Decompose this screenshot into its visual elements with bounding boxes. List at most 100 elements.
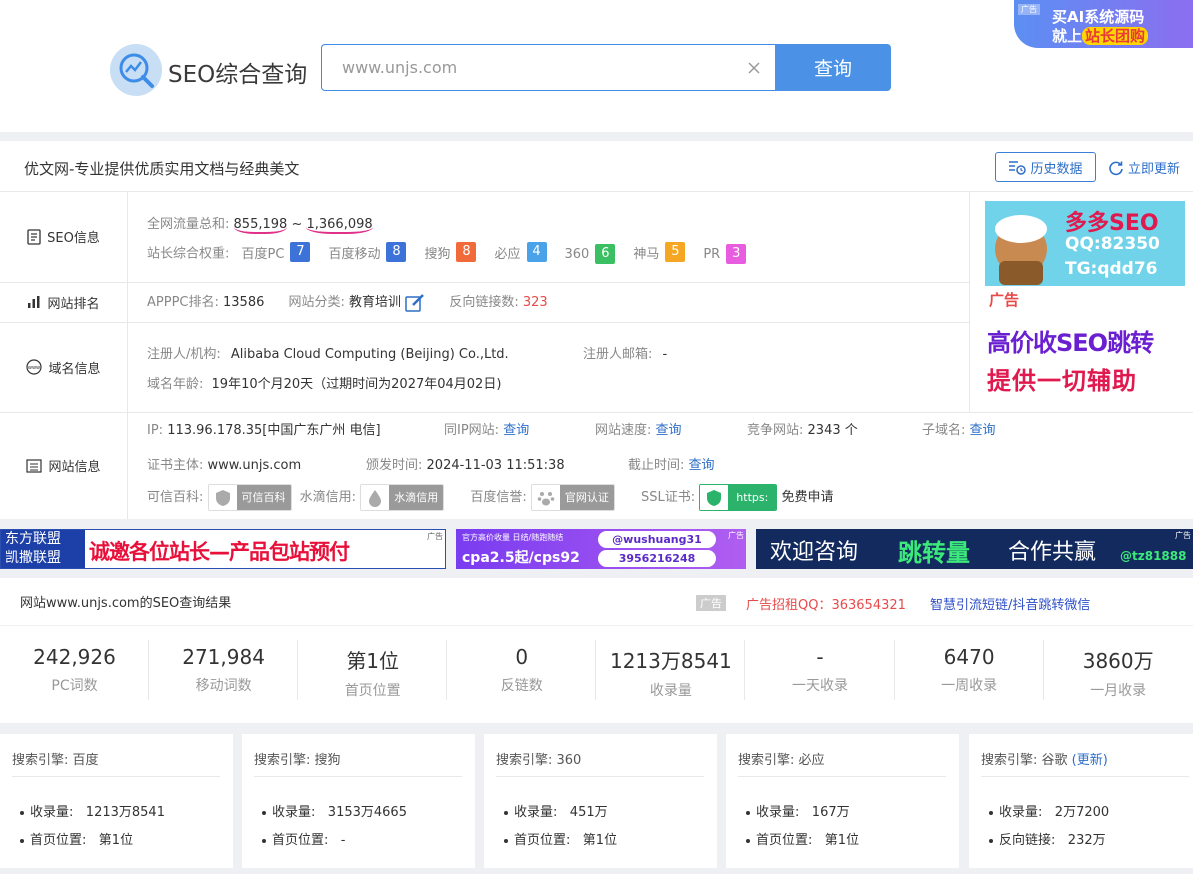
- ssl-shield-icon: [707, 489, 722, 506]
- stat-item: 0 反链数: [447, 626, 597, 723]
- expire-line: 截止时间: 查询: [628, 458, 715, 473]
- stat-value: 271,984: [182, 645, 265, 669]
- site-title: 优文网-专业提供优质实用文档与经典美文: [24, 160, 300, 178]
- ad-tag: 广告: [1018, 4, 1040, 15]
- results-heading: 网站www.unjs.com的SEO查询结果: [20, 596, 232, 611]
- engine-row-1: 收录量: 451万: [504, 801, 608, 820]
- weight-badge: 6: [595, 244, 616, 264]
- ranking-line: APPPC排名: 13586 网站分类: 教育培训 反向链接数: 323: [147, 293, 548, 312]
- divider: [0, 412, 1193, 413]
- stat-item: 271,984 移动词数: [149, 626, 299, 723]
- weight-name: 百度PC: [241, 246, 285, 262]
- banner1-left-top: 东方联盟: [5, 531, 61, 547]
- stat-item: 242,926 PC词数: [0, 626, 149, 723]
- engine-title: 搜索引擎: 必应: [738, 753, 825, 768]
- engine-row-2: 首页位置: 第1位: [504, 829, 617, 848]
- history-data-button[interactable]: 历史数据: [995, 152, 1096, 182]
- ad-line-2: 就上 站长团购: [1052, 25, 1149, 46]
- search-input[interactable]: [322, 45, 732, 90]
- results-ad-text[interactable]: 广告招租QQ：363654321: [746, 594, 906, 613]
- water-credit-badge[interactable]: 水滴信用: [360, 484, 445, 511]
- weight-item[interactable]: 搜狗 8: [424, 242, 477, 262]
- stat-item: 6470 一周收录: [895, 626, 1044, 723]
- side-ad-qq: QQ:82350: [1065, 234, 1160, 254]
- divider: [12, 776, 220, 777]
- banner3-text3: 合作共赢: [1008, 540, 1097, 565]
- weight-name: 必应: [494, 246, 521, 262]
- ip-line: IP: 113.96.178.35[中国广东广州 电信]: [147, 423, 381, 438]
- top-ad-banner[interactable]: 广告 买AI系统源码 就上 站长团购: [1014, 0, 1193, 48]
- subdomain-query-link[interactable]: 查询: [970, 423, 996, 438]
- side-ad-tg: TG:qdd76: [1065, 259, 1158, 279]
- baike-badge[interactable]: 可信百科: [207, 484, 292, 511]
- engine-row-2: 首页位置: 第1位: [746, 829, 859, 848]
- update-button[interactable]: 立即更新: [1108, 158, 1180, 177]
- banner3-text1: 欢迎咨询: [770, 540, 859, 565]
- ssl-free-link[interactable]: 免费申请: [781, 490, 833, 505]
- website-info-label: 网站信息: [0, 412, 127, 519]
- speed-query-link[interactable]: 查询: [656, 423, 682, 438]
- divider: [0, 191, 1193, 192]
- stat-label: PC词数: [51, 678, 98, 694]
- svg-text:www: www: [28, 365, 40, 371]
- stat-value: 第1位: [346, 649, 400, 673]
- engine-row-2: 首页位置: -: [262, 829, 346, 848]
- domain-age-line: 域名年龄: 19年10个月20天（过期时间为2027年04月02日): [147, 377, 502, 392]
- search-button[interactable]: 查询: [775, 44, 891, 91]
- divider: [496, 776, 704, 777]
- stat-value: 0: [515, 645, 529, 669]
- engine-card: 搜索引擎: 谷歌 (更新) 收录量: 2万7200 反向链接: 232万: [969, 734, 1193, 868]
- banner2-handle: @wushuang31: [598, 531, 716, 548]
- stat-label: 一天收录: [792, 678, 848, 694]
- banner1-tag: 广告: [427, 532, 443, 541]
- weight-item[interactable]: PR 3: [703, 244, 747, 264]
- side-ad-banner[interactable]: 多多SEO QQ:82350 TG:qdd76 广告 高价收SEO跳转 提供一切…: [985, 201, 1185, 400]
- backlink-count[interactable]: 323: [523, 295, 548, 310]
- results-promo-link[interactable]: 智慧引流短链/抖音跳转微信: [930, 594, 1090, 613]
- stat-item: 1213万8541 收录量: [596, 626, 746, 723]
- history-icon: [1009, 161, 1027, 175]
- weight-badge: 5: [665, 242, 686, 262]
- stat-item: - 一天收录: [746, 626, 895, 723]
- weight-badge: 8: [456, 242, 477, 262]
- weight-item[interactable]: 神马 5: [633, 242, 686, 262]
- weight-item[interactable]: 百度PC 7: [242, 242, 311, 262]
- side-ad-line3: 提供一切辅助: [987, 367, 1137, 395]
- divider: [738, 776, 946, 777]
- ssl-badge[interactable]: https:: [699, 484, 778, 511]
- weight-name: 360: [564, 246, 590, 262]
- ad-banner-1[interactable]: 东方联盟 凯撒联盟 诚邀各位站长—产品包站预付 广告: [0, 529, 446, 569]
- expire-query-link[interactable]: 查询: [689, 458, 715, 473]
- ad-banner-3[interactable]: 欢迎咨询 跳转量 合作共赢 @tz81888 广告: [756, 529, 1193, 569]
- stat-value: -: [816, 645, 824, 669]
- clear-icon[interactable]: [746, 60, 762, 76]
- weight-badge: 8: [386, 242, 407, 262]
- same-ip-query-link[interactable]: 查询: [503, 423, 529, 438]
- document-icon: [27, 228, 41, 245]
- engine-row-1: 收录量: 2万7200: [989, 801, 1109, 820]
- weight-item[interactable]: 百度移动 8: [328, 242, 407, 262]
- engine-row-1: 收录量: 167万: [746, 801, 850, 820]
- weight-item[interactable]: 必应 4: [494, 242, 547, 262]
- stat-label: 一周收录: [941, 678, 998, 694]
- weight-badge: 7: [290, 242, 311, 262]
- weight-item[interactable]: 360 6: [565, 244, 616, 264]
- engine-title: 搜索引擎: 谷歌 (更新): [981, 753, 1108, 768]
- banner3-text2: 跳转量: [898, 539, 970, 567]
- engine-row-2: 反向链接: 232万: [989, 829, 1106, 848]
- ad-banner-2[interactable]: 官方高价收量 日结/随跑随结 cpa2.5起/cps92 @wushuang31…: [456, 529, 746, 569]
- stat-label: 首页位置: [344, 683, 401, 699]
- search-field[interactable]: [321, 44, 776, 91]
- engine-row-2: 首页位置: 第1位: [20, 829, 133, 848]
- seo-info-label: SEO信息: [0, 191, 127, 282]
- divider: [254, 776, 462, 777]
- engine-update-link[interactable]: (更新): [1072, 753, 1108, 768]
- banner2-top: 官方高价收量 日结/随跑随结: [462, 533, 564, 542]
- registrant-line: 注册人/机构: Alibaba Cloud Computing (Beijing…: [147, 347, 509, 362]
- baidu-credit-badge[interactable]: 官网认证: [530, 484, 615, 511]
- weight-line: 站长综合权重: 百度PC 7 百度移动 8 搜狗 8 必应 4 360 6 神马 5 PR 3: [147, 242, 747, 264]
- paw-icon: [537, 491, 555, 505]
- results-header: 网站www.unjs.com的SEO查询结果 广告 广告招租QQ：3636543…: [0, 578, 1193, 625]
- edit-icon[interactable]: [405, 293, 425, 312]
- email-line: 注册人邮箱: -: [583, 347, 668, 362]
